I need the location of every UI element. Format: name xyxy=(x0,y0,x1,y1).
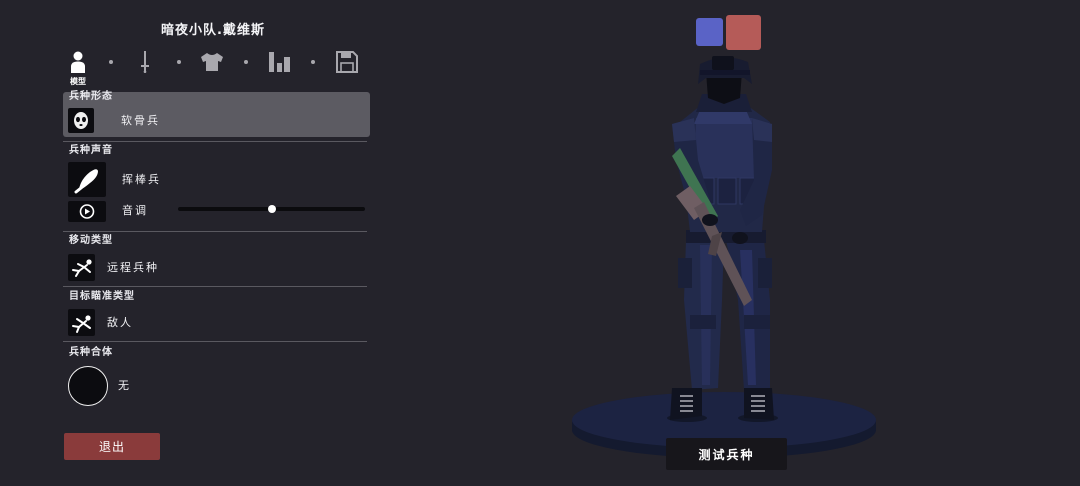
section-divider xyxy=(63,286,367,287)
club-icon xyxy=(74,169,98,194)
exit-button[interactable]: 退出 xyxy=(64,433,160,460)
soldier-vest-panel xyxy=(694,118,756,178)
soldier-vest-straps xyxy=(694,110,752,124)
movement-label: 移动类型 xyxy=(69,235,113,246)
pitch-label: 音调 xyxy=(122,204,148,217)
soldier-helmet-band xyxy=(700,70,750,75)
unit-preview-viewport[interactable] xyxy=(560,0,920,486)
mask-face-icon xyxy=(74,112,88,129)
soldier-left-hand xyxy=(702,214,718,226)
soldier-pouch xyxy=(717,177,737,205)
targeting-value: 敌人 xyxy=(107,316,133,329)
play-circle-icon xyxy=(79,204,95,219)
soldier-left-boot xyxy=(670,388,702,420)
soldier-right-hand xyxy=(732,232,748,244)
tab-separator-dot xyxy=(311,60,315,64)
section-divider xyxy=(63,231,367,232)
tab-stats[interactable] xyxy=(268,50,292,74)
movement-value: 远程兵种 xyxy=(107,261,159,274)
soldier-left-shoulder xyxy=(672,118,696,142)
tab-clothing[interactable] xyxy=(199,51,225,73)
target-stance-icon xyxy=(72,315,91,333)
targeting-label: 目标瞄准类型 xyxy=(69,291,135,302)
shirt-icon xyxy=(201,53,223,71)
unit-base-icon-button[interactable] xyxy=(68,108,94,133)
tab-separator-dot xyxy=(177,60,181,64)
voice-icon-button[interactable] xyxy=(68,162,106,197)
section-divider xyxy=(63,141,367,142)
tab-weapons[interactable] xyxy=(137,50,153,74)
bar-chart-icon xyxy=(269,52,290,72)
voice-label: 兵种声音 xyxy=(69,145,113,156)
fusion-value: 无 xyxy=(118,379,131,392)
tab-save[interactable] xyxy=(335,50,359,74)
fusion-label: 兵种合体 xyxy=(69,347,113,358)
unit-base-value: 软骨兵 xyxy=(121,114,160,127)
unit-name-title: 暗夜小队.戴维斯 xyxy=(161,23,265,38)
ranged-stance-icon xyxy=(72,259,92,277)
soldier-knee-pad xyxy=(744,315,770,329)
soldier-right-boot xyxy=(744,388,774,420)
targeting-icon-button[interactable] xyxy=(68,309,95,336)
pitch-slider-handle[interactable] xyxy=(267,205,276,213)
tab-model[interactable] xyxy=(68,50,88,76)
soldier-knee-pad xyxy=(690,315,716,329)
pitch-slider[interactable] xyxy=(178,205,365,213)
soldier-cargo-pocket xyxy=(678,258,692,288)
tab-model-label: 模型 xyxy=(70,77,86,86)
tab-separator-dot xyxy=(244,60,248,64)
voice-value: 挥棒兵 xyxy=(122,173,161,186)
section-divider xyxy=(63,341,367,342)
soldier-cargo-pocket xyxy=(758,258,772,288)
voice-play-button[interactable] xyxy=(68,201,106,222)
tab-separator-dot xyxy=(109,60,113,64)
test-unit-button[interactable]: 测试兵种 xyxy=(666,438,787,470)
sword-icon xyxy=(141,51,149,73)
floppy-disk-icon xyxy=(336,51,358,73)
fusion-slot-button[interactable] xyxy=(68,366,108,406)
soldier-nvg-mount xyxy=(712,56,734,70)
unit-base-label: 兵种形态 xyxy=(69,91,113,102)
movement-icon-button[interactable] xyxy=(68,254,95,281)
person-icon xyxy=(71,51,85,73)
